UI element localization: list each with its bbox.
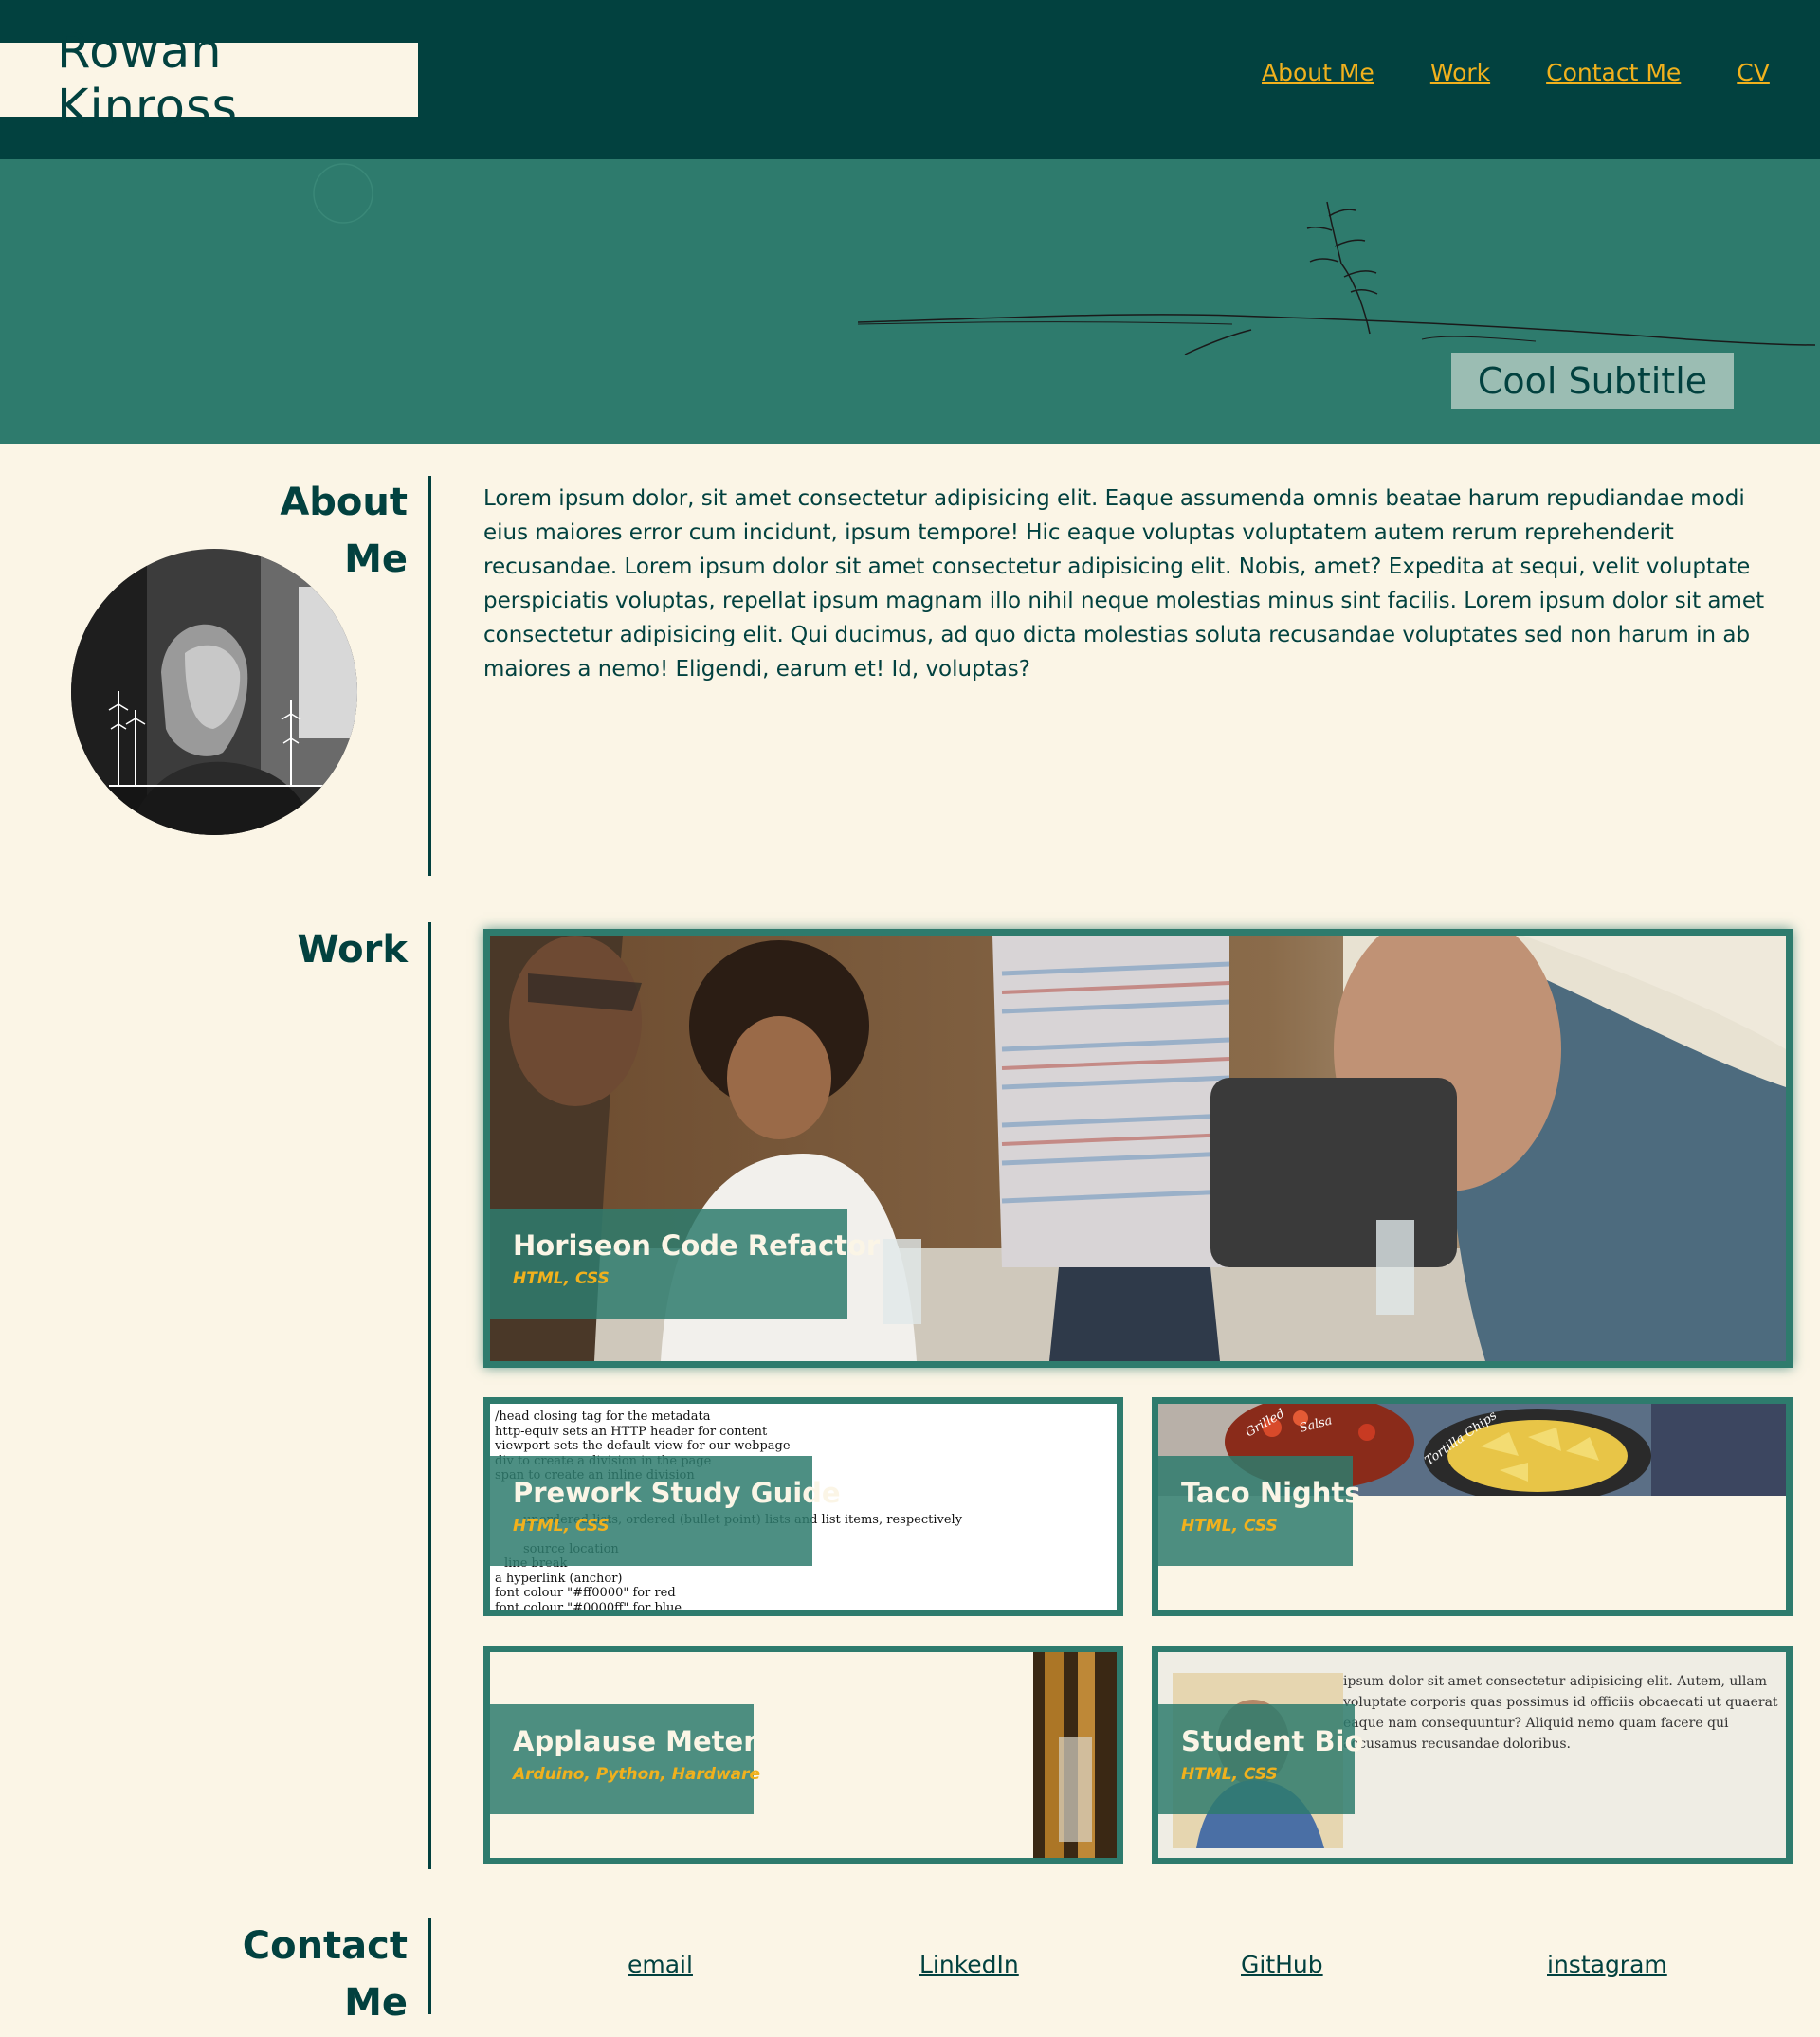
hero-subtitle: Cool Subtitle	[1451, 353, 1734, 409]
site-brand[interactable]: Rowan Kinross	[0, 24, 418, 136]
project-card-taco[interactable]: Grilled Salsa Tortilla Chips Taco Nights…	[1152, 1397, 1793, 1616]
project-label-student-bio: Student Bio HTML, CSS	[1158, 1704, 1364, 1814]
project-card-horiseon[interactable]: Horiseon Code Refactor HTML, CSS	[483, 929, 1793, 1368]
about-divider	[428, 476, 431, 876]
project-label-taco: Taco Nights HTML, CSS	[1158, 1456, 1361, 1566]
brand-name: Rowan Kinross	[57, 24, 239, 136]
nav-work[interactable]: Work	[1430, 59, 1490, 86]
about-heading-line1: About	[280, 481, 408, 524]
guide-line: http-equiv sets an HTTP header for conte…	[495, 1424, 768, 1439]
project-label-prework: Prework Study Guide HTML, CSS	[490, 1456, 841, 1566]
hero-banner: Cool Subtitle	[0, 159, 1820, 444]
project-card-student-bio[interactable]: ipsum dolor sit amet consectetur adipisi…	[1152, 1646, 1793, 1864]
project-tags: Arduino, Python, Hardware	[513, 1765, 761, 1784]
contact-linkedin-link[interactable]: LinkedIn	[919, 1951, 1019, 1978]
bio-text: ipsum dolor sit amet consectetur adipisi…	[1343, 1674, 1778, 1752]
project-title: Prework Study Guide	[513, 1477, 841, 1509]
nav-contact-me[interactable]: Contact Me	[1546, 59, 1681, 86]
nav-cv[interactable]: CV	[1737, 59, 1770, 86]
about-text: Lorem ipsum dolor, sit amet consectetur …	[483, 486, 1765, 682]
contact-instagram-link[interactable]: instagram	[1547, 1951, 1667, 1978]
contact-heading: Contact Me	[209, 1918, 408, 2031]
work-heading: Work	[297, 928, 408, 972]
project-label-applause: Applause Meter Arduino, Python, Hardware	[490, 1704, 761, 1814]
guide-line: viewport sets the default view for our w…	[495, 1439, 791, 1453]
guide-line: font colour "#0000ff" for blue	[495, 1600, 682, 1615]
project-tags: HTML, CSS	[1181, 1765, 1278, 1784]
contact-email-link[interactable]: email	[628, 1951, 693, 1978]
nav-about-me[interactable]: About Me	[1262, 59, 1374, 86]
guide-line: a hyperlink (anchor)	[495, 1571, 623, 1586]
project-tags: HTML, CSS	[1181, 1517, 1278, 1536]
guide-line: /head closing tag for the metadata	[495, 1410, 711, 1424]
project-tags: HTML, CSS	[513, 1517, 610, 1536]
project-title: Taco Nights	[1181, 1477, 1361, 1509]
contact-heading-line1: Contact	[242, 1924, 408, 1968]
contact-github-link[interactable]: GitHub	[1241, 1951, 1323, 1978]
site-header: Rowan Kinross About Me Work Contact Me C…	[0, 0, 1820, 159]
main-nav: About Me Work Contact Me CV	[1262, 59, 1820, 86]
contact-heading-line2: Me	[344, 1981, 408, 2025]
contact-divider	[428, 1918, 431, 2014]
project-card-applause[interactable]: Applause Meter Arduino, Python, Hardware	[483, 1646, 1123, 1864]
project-label-horiseon: Horiseon Code Refactor HTML, CSS	[490, 1209, 881, 1319]
profile-photo	[71, 549, 357, 835]
project-card-prework[interactable]: /head closing tag for the metadata http-…	[483, 1397, 1123, 1616]
project-title: Student Bio	[1181, 1725, 1364, 1757]
guide-line: font colour "#ff0000" for red	[495, 1586, 676, 1600]
project-title: Applause Meter	[513, 1725, 757, 1757]
project-tags: HTML, CSS	[513, 1269, 610, 1288]
project-title: Horiseon Code Refactor	[513, 1229, 881, 1262]
work-divider	[428, 922, 431, 1869]
